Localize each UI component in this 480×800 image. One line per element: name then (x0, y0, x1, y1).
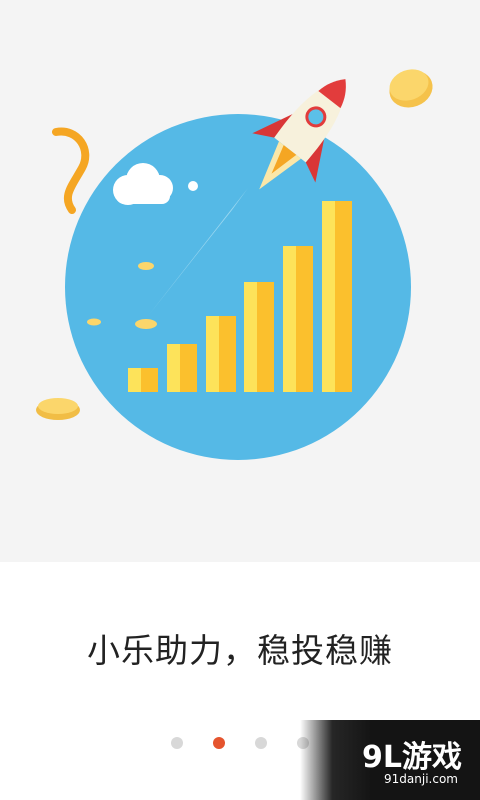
onboarding-illustration (0, 0, 480, 562)
page-dot-1[interactable] (171, 737, 183, 749)
rocket-growth-illustration (36, 69, 433, 460)
ribbon-icon (52, 127, 90, 214)
watermark-logo-text: 9L游戏 (362, 740, 462, 775)
coin-icon (87, 318, 101, 326)
page-dot-2-active[interactable] (213, 737, 225, 749)
watermark-url: 91danji.com (384, 772, 458, 786)
background-circle (65, 114, 411, 460)
onboarding-slogan: 小乐助力，稳投稳赚 (87, 631, 393, 670)
coin-icon (389, 69, 433, 108)
coin-icon (135, 319, 157, 329)
coin-icon (36, 398, 80, 420)
site-watermark: 9L游戏 91danji.com (300, 720, 480, 800)
page-dot-3[interactable] (255, 737, 267, 749)
coin-icon (138, 262, 154, 270)
